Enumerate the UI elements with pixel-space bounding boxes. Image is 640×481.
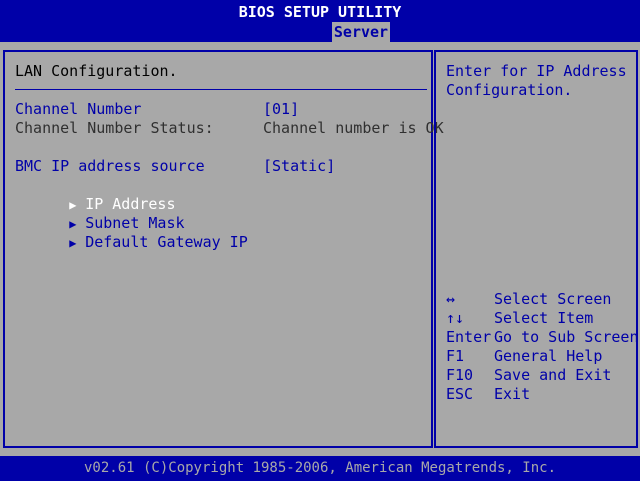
key-up-down-arrow-icon: ↑↓ xyxy=(446,309,465,327)
key-left-right-arrow-icon: ↔ xyxy=(446,290,456,308)
section-divider xyxy=(15,89,427,90)
key-enter: Enter xyxy=(446,328,492,346)
title-bar: BIOS SETUP UTILITY xyxy=(0,0,640,22)
channel-status-label: Channel Number Status: xyxy=(15,119,214,137)
key-f10-desc: Save and Exit xyxy=(494,366,612,384)
submenu-arrow-icon: ▶ xyxy=(69,236,77,250)
key-esc: ESC xyxy=(446,385,474,403)
key-enter-desc: Go to Sub Screen xyxy=(494,328,639,346)
help-description: Enter for IP Address Configuration. xyxy=(446,62,627,99)
channel-number-label[interactable]: Channel Number xyxy=(15,100,141,119)
submenu-label: Default Gateway IP xyxy=(85,233,248,251)
key-select-screen-desc: Select Screen xyxy=(494,290,612,308)
app-title: BIOS SETUP UTILITY xyxy=(238,3,402,21)
help-panel: Enter for IP Address Configuration. ↔ Se… xyxy=(434,50,639,448)
section-title: LAN Configuration. xyxy=(15,62,178,80)
tab-row: Server xyxy=(0,22,640,42)
channel-status-value: Channel number is OK xyxy=(263,119,444,137)
key-f1-desc: General Help xyxy=(494,347,603,365)
key-esc-desc: Exit xyxy=(494,385,531,403)
tab-server[interactable]: Server xyxy=(332,22,390,42)
copyright-text: v02.61 (C)Copyright 1985-2006, American … xyxy=(83,460,556,476)
key-f1: F1 xyxy=(446,347,465,365)
key-f10: F10 xyxy=(446,366,474,384)
submenu-default-gateway-ip[interactable]: ▶ Default Gateway IP xyxy=(15,214,248,272)
footer: v02.61 (C)Copyright 1985-2006, American … xyxy=(0,456,640,481)
setup-frame: LAN Configuration. Channel Number [01] C… xyxy=(0,42,640,456)
channel-number-value[interactable]: [01] xyxy=(263,100,299,119)
bmc-ip-source-label[interactable]: BMC IP address source xyxy=(15,157,205,176)
bmc-ip-source-value[interactable]: [Static] xyxy=(263,157,335,176)
key-select-item-desc: Select Item xyxy=(494,309,594,327)
main-panel: LAN Configuration. Channel Number [01] C… xyxy=(3,50,444,448)
